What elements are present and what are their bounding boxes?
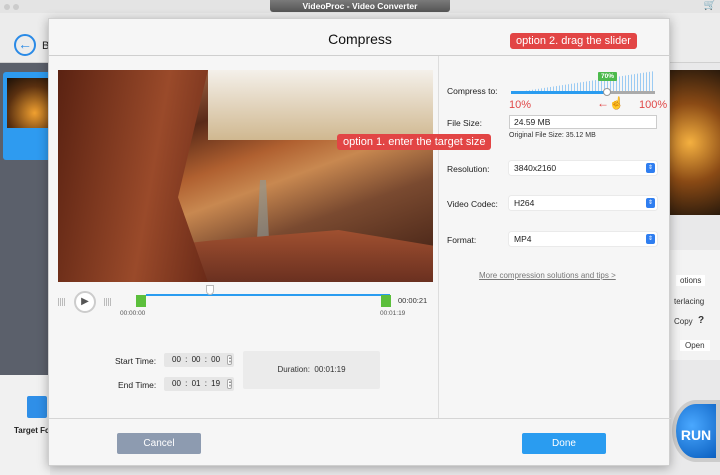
back-arrow-icon[interactable]: ←	[14, 34, 36, 56]
duration-label: Duration:	[277, 365, 310, 374]
format-value: MP4	[514, 234, 532, 244]
app-title: VideoProc - Video Converter	[270, 0, 450, 12]
duration-box: Duration: 00:01:19	[243, 351, 380, 389]
preview-image	[670, 70, 720, 215]
interlacing-label: terlacing	[674, 297, 705, 306]
video-codec-value: H264	[514, 198, 535, 208]
compress-dialog: Compress ▶ 00:00:00 00:01:19 00:00:21 St…	[48, 18, 671, 466]
timeline-start-label: 00:00:00	[120, 310, 146, 317]
more-tips-link[interactable]: More compression solutions and tips >	[479, 271, 616, 280]
window-minimize-button[interactable]	[13, 4, 19, 10]
right-options-panel: otions terlacing Copy ? Open	[670, 250, 720, 360]
video-codec-select[interactable]: H264 ⇕	[509, 196, 657, 210]
playhead[interactable]	[206, 285, 214, 295]
select-arrows-icon: ⇕	[646, 234, 655, 244]
grip-icon	[58, 298, 66, 306]
resolution-select[interactable]: 3840x2160 ⇕	[509, 161, 657, 175]
start-time-label: Start Time:	[115, 356, 157, 366]
compress-slider-track[interactable]	[607, 91, 655, 94]
end-time-input[interactable]: 00 : 01 : 19 ▲ ▼	[164, 377, 234, 391]
format-select[interactable]: MP4 ⇕	[509, 232, 657, 246]
done-button[interactable]: Done	[522, 433, 606, 454]
current-time: 00:00:21	[398, 296, 428, 305]
max-percent-label: 100%	[639, 99, 668, 111]
file-size-label: File Size:	[447, 118, 482, 128]
run-button[interactable]: RUN	[672, 400, 720, 462]
stepper-icon[interactable]: ▲ ▼	[227, 379, 232, 389]
copy-label[interactable]: Copy	[674, 317, 693, 326]
video-sky	[208, 70, 433, 140]
resolution-value: 3840x2160	[514, 163, 557, 173]
file-size-input[interactable]: 24.59 MB	[509, 115, 657, 129]
duration-value: 00:01:19	[314, 365, 346, 374]
bottom-bar	[0, 375, 50, 475]
compress-slider-fill[interactable]	[511, 91, 607, 94]
end-time-value: 00 : 01 : 19	[172, 379, 221, 388]
trim-start-handle[interactable]	[136, 295, 146, 307]
options-button[interactable]: otions	[676, 275, 706, 286]
compress-percent-badge: 70%	[598, 72, 618, 81]
target-format-icon[interactable]	[27, 396, 47, 418]
grip-icon	[104, 298, 112, 306]
compress-to-label: Compress to:	[447, 86, 498, 96]
hand-pointer-icon: ←☝	[597, 96, 624, 110]
timeline-end-label: 00:01:19	[380, 310, 406, 317]
select-arrows-icon: ⇕	[646, 163, 655, 173]
annotation-option1: option 1. enter the target size	[337, 134, 492, 150]
video-river	[257, 180, 269, 240]
annotation-option2: option 2. drag the slider	[510, 33, 637, 49]
cancel-button[interactable]: Cancel	[117, 433, 201, 454]
window-close-button[interactable]	[4, 4, 10, 10]
original-file-size: Original File Size: 35.12 MB	[509, 132, 596, 139]
cart-icon[interactable]: 🛒	[704, 0, 716, 11]
start-time-input[interactable]: 00 : 00 : 00 ▲ ▼	[164, 353, 234, 367]
play-button[interactable]: ▶	[74, 291, 96, 313]
compress-slider-handle[interactable]	[603, 88, 611, 96]
resolution-label: Resolution:	[447, 164, 490, 174]
video-codec-label: Video Codec:	[447, 199, 498, 209]
help-icon[interactable]: ?	[698, 315, 704, 326]
start-time-value: 00 : 00 : 00	[172, 355, 221, 364]
open-button[interactable]: Open	[680, 340, 710, 351]
timeline-track[interactable]	[146, 294, 390, 296]
trim-end-handle[interactable]	[381, 295, 391, 307]
format-label: Format:	[447, 235, 477, 245]
end-time-label: End Time:	[118, 380, 157, 390]
divider	[49, 55, 671, 56]
target-format-label[interactable]: Target Fo	[14, 426, 50, 435]
compress-histogram	[511, 71, 655, 93]
stepper-icon[interactable]: ▲ ▼	[227, 355, 232, 365]
video-preview[interactable]	[58, 70, 433, 282]
select-arrows-icon: ⇕	[646, 198, 655, 208]
divider	[438, 56, 439, 418]
min-percent-label: 10%	[509, 99, 532, 111]
divider	[49, 418, 671, 419]
video-thumbnail	[7, 78, 53, 128]
video-rock	[58, 70, 208, 282]
